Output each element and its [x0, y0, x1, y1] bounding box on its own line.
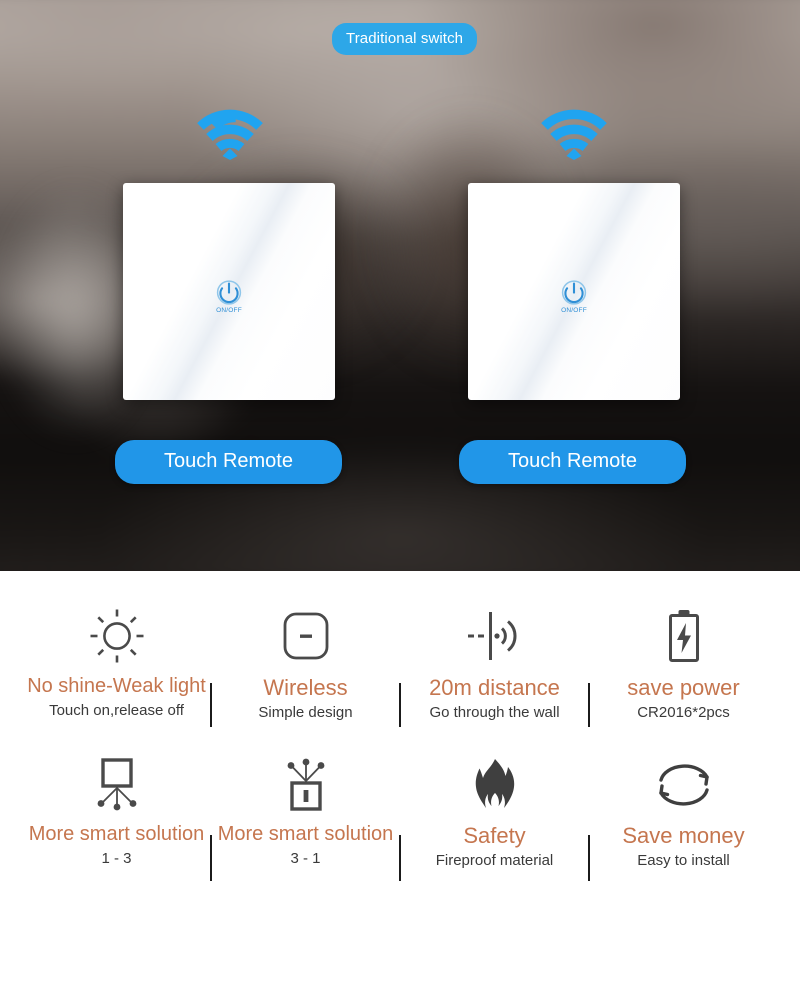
feature-subtitle: Simple design	[258, 703, 353, 721]
feature-no-shine: No shine-Weak light Touch on,release off	[22, 597, 212, 727]
feature-subtitle: Fireproof material	[435, 851, 554, 869]
wireless-switch-icon	[279, 597, 333, 675]
feature-subtitle: Touch on,release off	[49, 701, 184, 719]
three-to-one-icon	[278, 747, 334, 823]
flame-icon	[471, 747, 519, 823]
recycle-arrows-icon	[651, 747, 717, 823]
feature-title: More smart solution	[217, 822, 394, 845]
feature-distance: 20m distance Go through the wall	[400, 597, 590, 727]
feature-subtitle: 1 - 3	[101, 849, 132, 867]
feature-title: Safety	[463, 822, 526, 848]
feature-title: 20m distance	[429, 675, 560, 700]
touch-remote-button-right[interactable]: Touch Remote	[459, 440, 686, 484]
power-onoff-icon	[561, 280, 587, 305]
power-button[interactable]: ON/OFF	[216, 279, 243, 315]
feature-safety: Safety Fireproof material	[400, 747, 590, 881]
feature-title: More smart solution	[28, 822, 205, 845]
through-wall-signal-icon	[464, 597, 526, 675]
feature-subtitle: CR2016*2pcs	[637, 703, 730, 721]
touch-remote-button-left[interactable]: Touch Remote	[115, 440, 342, 484]
feature-grid: No shine-Weak light Touch on,release off…	[0, 571, 800, 881]
power-button[interactable]: ON/OFF	[561, 279, 588, 315]
feature-title: save power	[627, 675, 740, 700]
feature-one-to-three: More smart solution 1 - 3	[22, 747, 212, 881]
touch-switch-panel[interactable]: ON/OFF	[123, 183, 335, 400]
power-label: ON/OFF	[216, 307, 242, 314]
feature-title: Save money	[622, 822, 745, 848]
power-label: ON/OFF	[561, 307, 587, 314]
one-to-three-icon	[89, 747, 145, 823]
feature-save-power: save power CR2016*2pcs	[589, 597, 778, 723]
battery-bolt-icon	[662, 597, 706, 675]
sun-icon	[88, 597, 146, 675]
feature-subtitle: Go through the wall	[429, 703, 560, 721]
power-onoff-icon	[216, 280, 242, 305]
feature-row-1: No shine-Weak light Touch on,release off…	[22, 597, 778, 727]
wifi-signal-icon	[192, 100, 268, 165]
wifi-signal-icon	[536, 100, 612, 165]
feature-wireless: Wireless Simple design	[211, 597, 401, 727]
touch-switch-panel[interactable]: ON/OFF	[468, 183, 680, 400]
feature-title: No shine-Weak light	[27, 675, 206, 697]
feature-title: Wireless	[263, 675, 348, 700]
hero-banner: Traditional switch ON/OFF ON/OFF Touch R…	[0, 0, 800, 571]
feature-subtitle: 3 - 1	[290, 849, 321, 867]
feature-row-2: More smart solution 1 - 3 More smart sol…	[22, 747, 778, 881]
feature-three-to-one: More smart solution 3 - 1	[211, 747, 401, 881]
traditional-switch-badge: Traditional switch	[332, 23, 478, 55]
feature-save-money: Save money Easy to install	[589, 747, 778, 871]
feature-subtitle: Easy to install	[637, 851, 730, 869]
